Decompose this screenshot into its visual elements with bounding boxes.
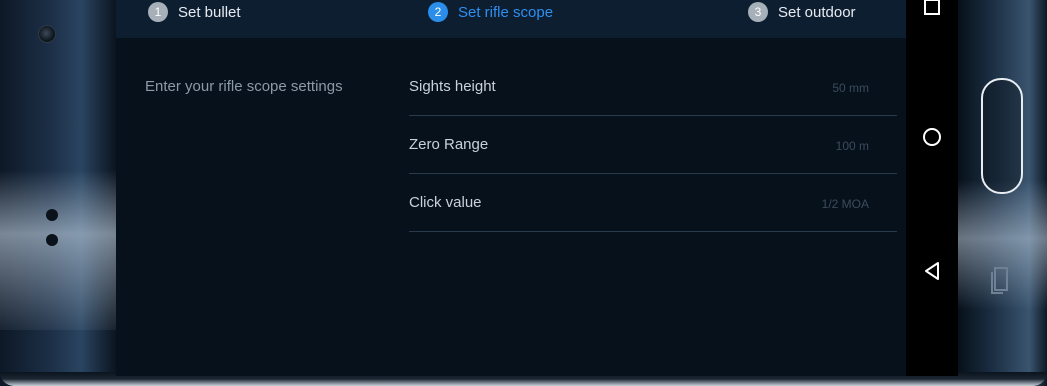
app-screen: 1 Set bullet 2 Set rifle scope 3 Set out…: [116, 0, 906, 376]
section-description: Enter your rifle scope settings: [145, 78, 343, 95]
step-number-badge: 1: [148, 2, 168, 22]
setting-value[interactable]: 50 mm: [832, 81, 869, 95]
back-icon[interactable]: [906, 256, 958, 286]
setting-label: Click value: [409, 194, 482, 211]
recent-apps-key-icon[interactable]: [989, 264, 1011, 294]
front-camera-icon: [38, 25, 56, 43]
setting-label: Zero Range: [409, 136, 489, 153]
sensor-dot-icon: [46, 209, 58, 221]
setup-stepper: 1 Set bullet 2 Set rifle scope 3 Set out…: [116, 0, 906, 38]
setting-label: Sights height: [409, 78, 496, 95]
step-set-bullet[interactable]: 1 Set bullet: [148, 0, 241, 24]
setting-row-sights-height[interactable]: Sights height 50 mm: [409, 58, 897, 116]
setting-value[interactable]: 100 m: [836, 139, 869, 153]
recents-icon[interactable]: [906, 0, 958, 22]
step-number-badge: 2: [428, 2, 448, 22]
step-label: Set outdoor: [778, 3, 856, 21]
sensor-dot-icon: [46, 234, 58, 246]
step-set-outdoor[interactable]: 3 Set outdoor: [748, 0, 856, 24]
step-set-rifle-scope[interactable]: 2 Set rifle scope: [428, 0, 553, 24]
home-icon[interactable]: [906, 122, 958, 152]
android-nav-bar: [906, 0, 958, 376]
step-label: Set rifle scope: [458, 3, 554, 21]
step-number-badge: 3: [748, 2, 768, 22]
setting-value[interactable]: 1/2 MOA: [822, 197, 869, 211]
phone-left-bezel: [0, 0, 116, 386]
setting-row-click-value[interactable]: Click value 1/2 MOA: [409, 174, 897, 232]
physical-home-key[interactable]: [981, 78, 1023, 194]
step-label: Set bullet: [178, 3, 241, 21]
setting-row-zero-range[interactable]: Zero Range 100 m: [409, 116, 897, 174]
